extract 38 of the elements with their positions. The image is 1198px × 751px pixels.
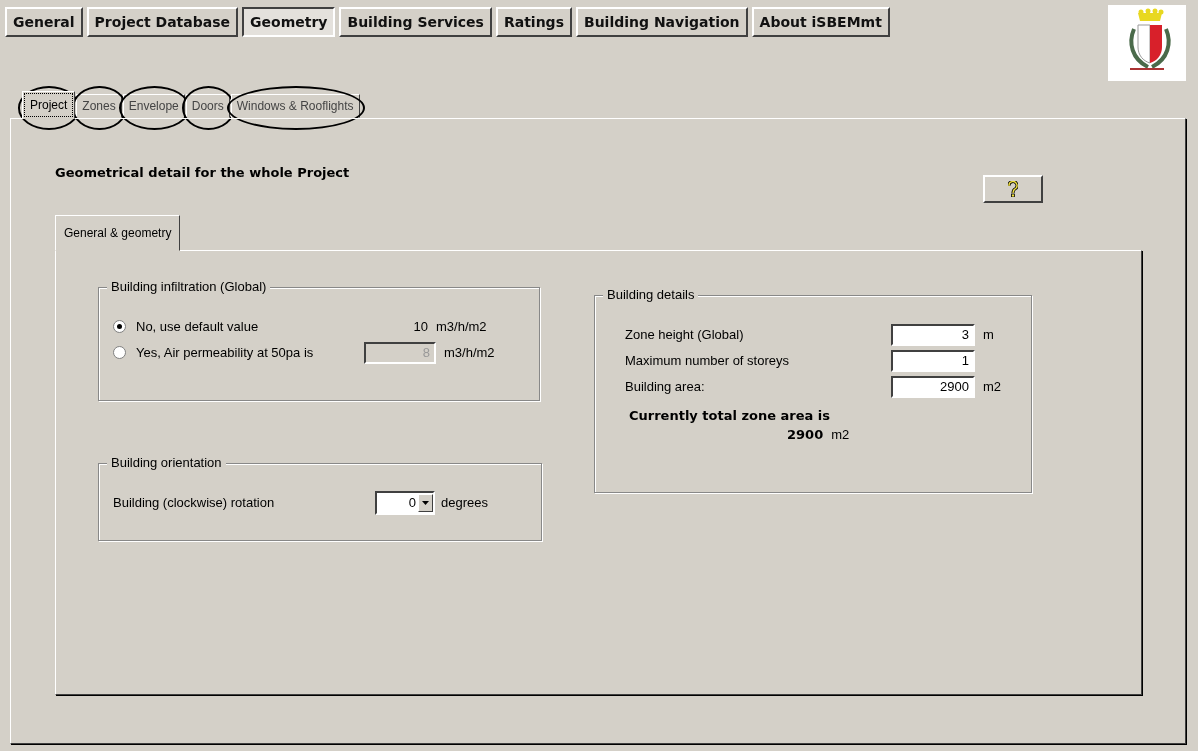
field-label: Building (clockwise) rotation [113,493,276,512]
option-label: No, use default value [136,317,260,336]
value-field[interactable]: 1 [891,349,975,372]
radio-button[interactable] [113,320,126,333]
field-label: Zone height (Global) [625,325,745,344]
unit-label: m3/h/m2 [436,317,487,336]
panel-heading: Geometrical detail for the whole Project [55,164,351,182]
unit-label: m2 [983,377,1002,396]
main-tab[interactable]: Geometry [242,7,336,37]
inner-tab[interactable]: General & geometry [55,214,181,251]
emblem-icon [1108,5,1186,81]
field-label: Maximum number of storeys [625,351,790,370]
total-value: 2900 [787,426,824,444]
value-field[interactable]: 3 [891,323,975,346]
total-label: Currently total zone area is [629,406,832,425]
sub-tab[interactable]: Project [22,91,76,119]
sub-tab[interactable]: Doors [185,94,230,118]
dropdown-arrow-icon [422,500,429,505]
value-field[interactable]: 2900 [891,375,975,398]
main-tab[interactable]: Building Navigation [576,7,748,37]
unit-label: degrees [441,493,488,512]
unit-label: m2 [831,426,850,444]
unit-label: m [983,325,994,344]
main-tab[interactable]: Project Database [86,7,239,37]
field-label: Building area: [625,377,706,396]
help-button[interactable] [983,175,1043,203]
unit-label: m3/h/m2 [444,343,495,362]
option-label: Yes, Air permeability at 50pa is [136,343,315,362]
sub-tab[interactable]: Windows & Rooflights [230,94,360,118]
question-icon [1008,181,1018,197]
sub-tab[interactable]: Envelope [122,94,185,118]
sub-tab[interactable]: Zones [76,94,122,118]
main-tab[interactable]: Building Services [339,7,492,37]
value-text: 10 [412,317,429,336]
main-tab[interactable]: General [5,7,83,37]
main-tab[interactable]: Ratings [495,7,572,37]
rotation-dropdown[interactable]: 0 [375,490,435,515]
main-tab[interactable]: About iSBEMmt [751,7,890,37]
